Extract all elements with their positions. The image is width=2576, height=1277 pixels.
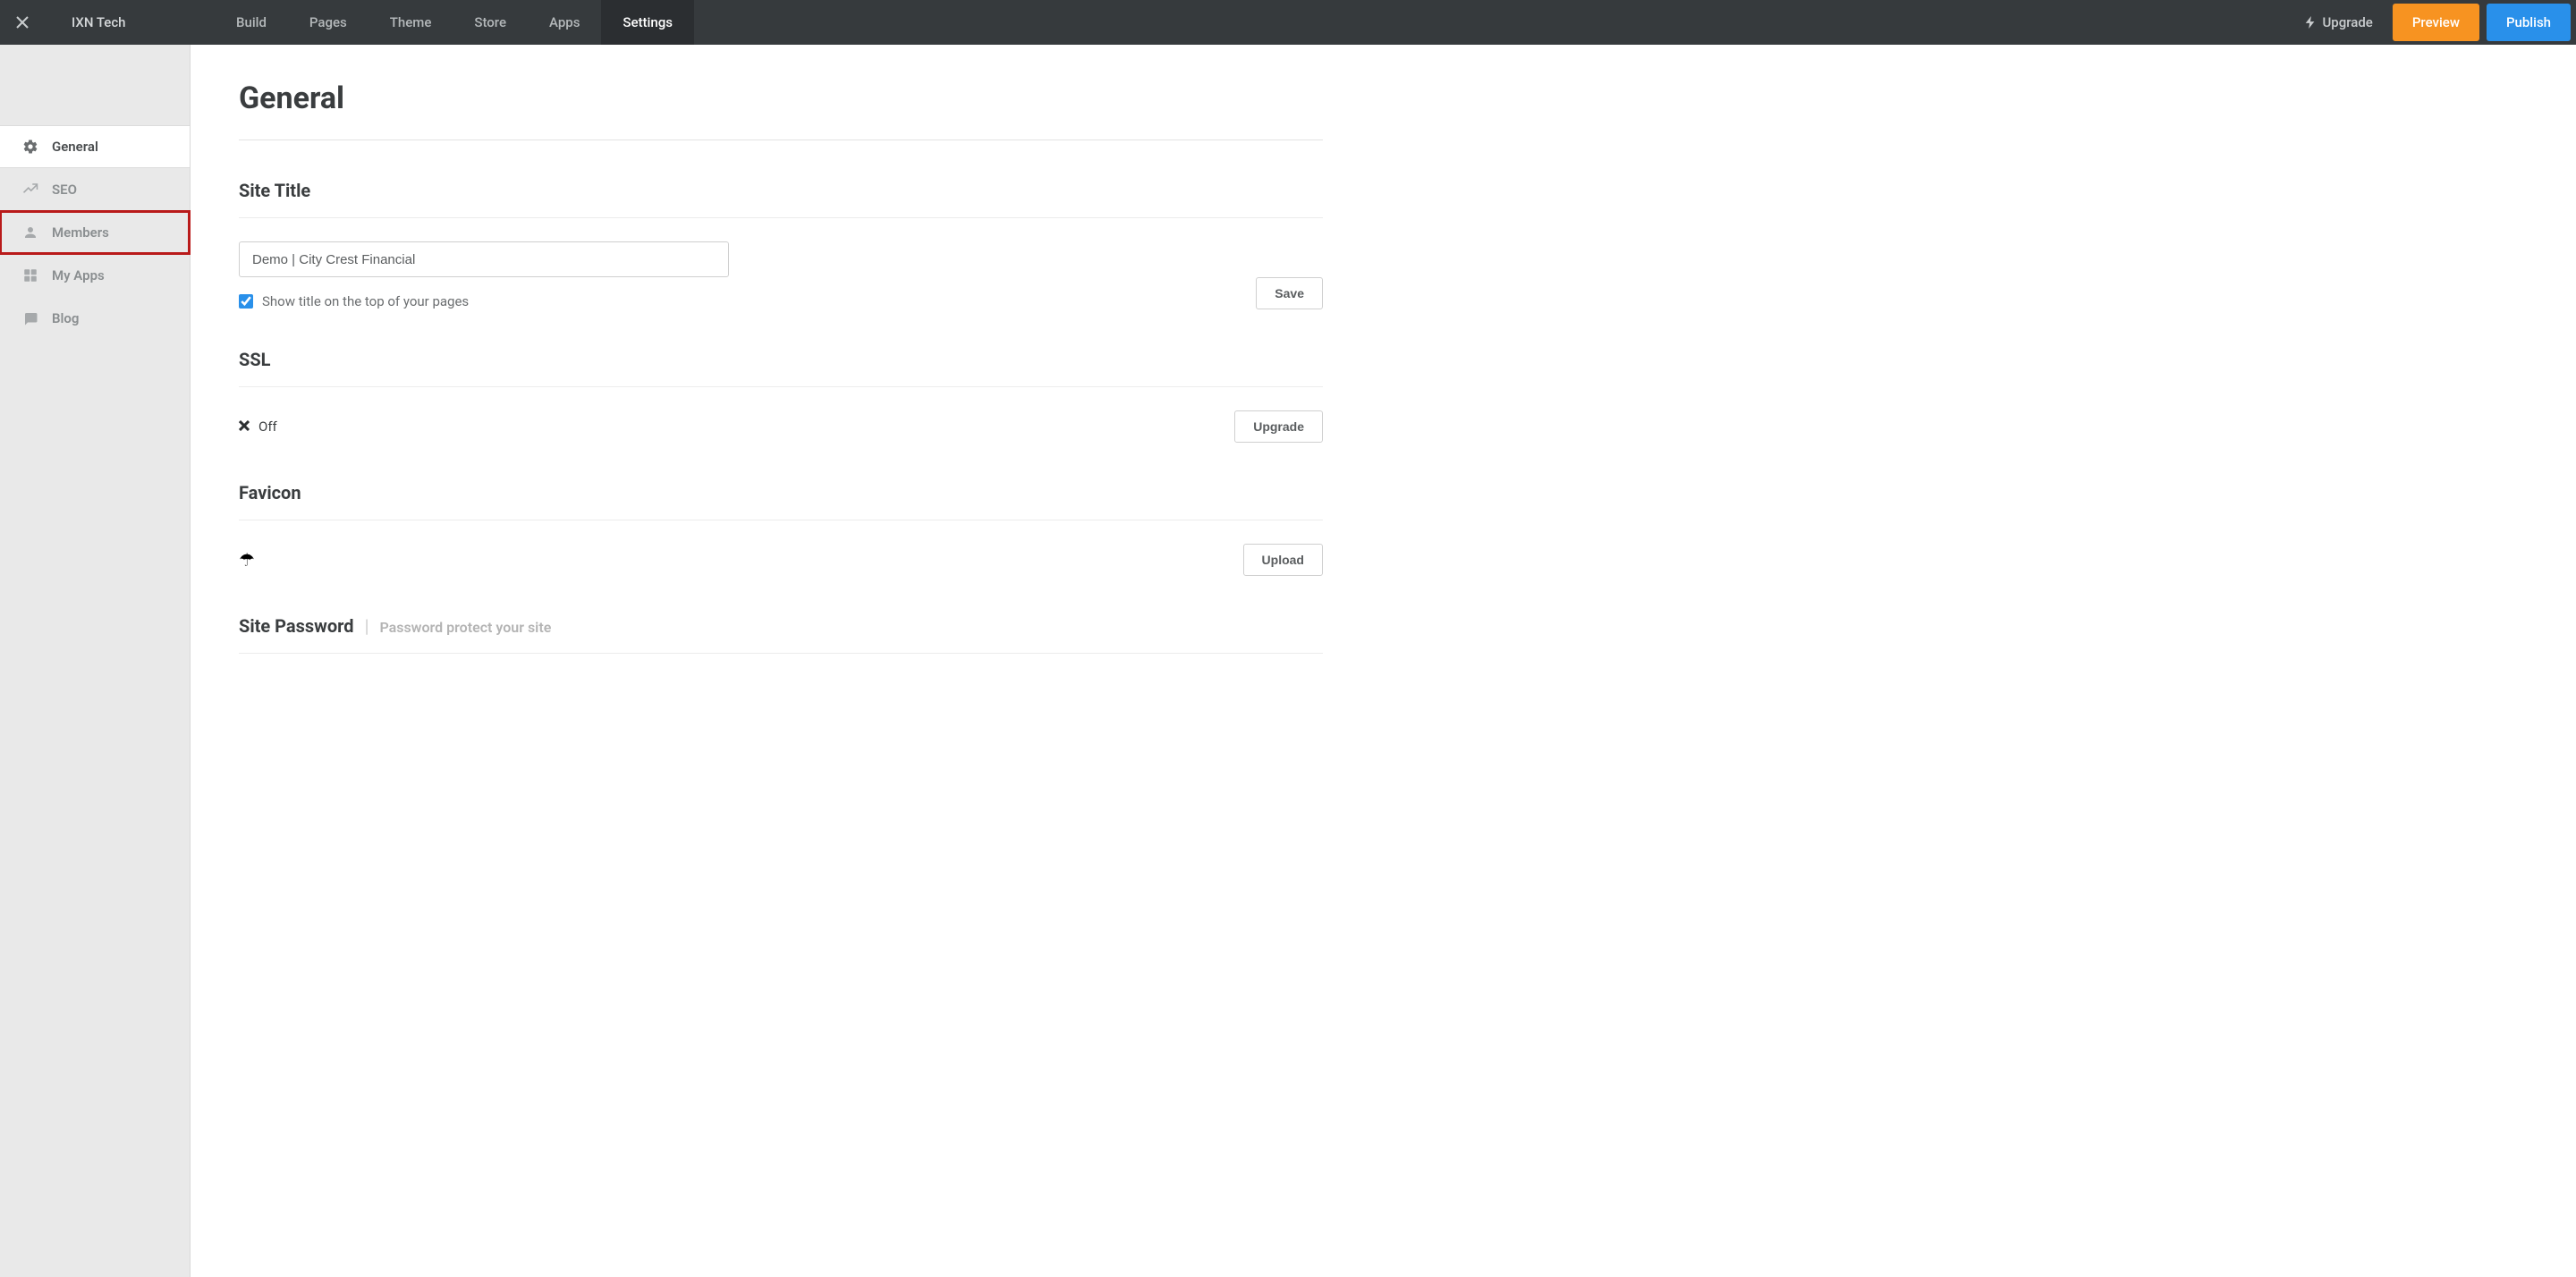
section-heading-ssl: SSL	[239, 349, 1323, 387]
tab-apps[interactable]: Apps	[528, 0, 601, 45]
main-inner: General Site Title Show title on the top…	[191, 45, 1371, 731]
close-button[interactable]	[0, 0, 45, 45]
heading-separator: |	[365, 615, 369, 637]
topbar-tabs: Build Pages Theme Store Apps Settings	[215, 0, 694, 45]
sidebar-nav: General SEO Members My Apps	[0, 125, 190, 340]
topbar: IXN Tech Build Pages Theme Store Apps Se…	[0, 0, 2576, 45]
tab-pages[interactable]: Pages	[288, 0, 369, 45]
ssl-status-label: Off	[258, 419, 277, 435]
section-heading-site-password: Site Password | Password protect your si…	[239, 615, 1323, 654]
section-heading-favicon: Favicon	[239, 482, 1323, 520]
section-heading-label: Favicon	[239, 482, 301, 503]
section-heading-label: Site Password	[239, 615, 354, 637]
favicon-row: ☂ Upload	[239, 544, 1323, 576]
tab-theme[interactable]: Theme	[369, 0, 453, 45]
page-title: General	[239, 80, 1323, 116]
show-title-checkbox[interactable]	[239, 294, 253, 309]
section-site-password: Site Password | Password protect your si…	[239, 615, 1323, 654]
section-heading-label: Site Title	[239, 180, 310, 201]
lightning-icon	[2304, 16, 2317, 29]
site-name: IXN Tech	[45, 14, 215, 30]
tab-settings[interactable]: Settings	[601, 0, 694, 45]
section-heading-site-title: Site Title	[239, 180, 1323, 218]
section-heading-sub: Password protect your site	[379, 619, 551, 636]
sidebar-item-blog[interactable]: Blog	[0, 297, 190, 340]
person-icon	[21, 224, 39, 241]
sidebar-item-my-apps[interactable]: My Apps	[0, 254, 190, 297]
save-button[interactable]: Save	[1256, 277, 1323, 309]
show-title-checkbox-label: Show title on the top of your pages	[262, 293, 469, 309]
preview-button[interactable]: Preview	[2393, 4, 2479, 41]
gear-icon	[21, 139, 39, 155]
sidebar-item-general[interactable]: General	[0, 125, 190, 168]
sidebar-item-label: Members	[52, 224, 109, 241]
umbrella-icon: ☂	[239, 549, 255, 571]
apps-icon	[21, 267, 39, 283]
x-icon	[239, 419, 250, 435]
ssl-row: Off Upgrade	[239, 410, 1323, 443]
trend-icon	[21, 182, 39, 198]
site-title-input[interactable]	[239, 241, 729, 277]
show-title-checkbox-row[interactable]: Show title on the top of your pages	[239, 293, 469, 309]
sidebar-item-label: My Apps	[52, 267, 105, 283]
publish-button[interactable]: Publish	[2487, 4, 2571, 41]
favicon-upload-button[interactable]: Upload	[1243, 544, 1323, 576]
settings-sidebar: General SEO Members My Apps	[0, 45, 191, 1277]
ssl-status: Off	[239, 419, 277, 435]
chat-icon	[21, 310, 39, 326]
close-icon	[15, 15, 30, 30]
content-area: General SEO Members My Apps	[0, 45, 2576, 1277]
section-site-title: Site Title Show title on the top of your…	[239, 180, 1323, 309]
section-favicon: Favicon ☂ Upload	[239, 482, 1323, 576]
main-panel: General Site Title Show title on the top…	[191, 45, 2576, 1277]
sidebar-item-members[interactable]: Members	[0, 211, 190, 254]
section-ssl: SSL Off Upgrade	[239, 349, 1323, 443]
favicon-preview: ☂	[239, 549, 255, 571]
sidebar-item-label: Blog	[52, 310, 79, 326]
sidebar-item-seo[interactable]: SEO	[0, 168, 190, 211]
tab-store[interactable]: Store	[453, 0, 528, 45]
tab-build[interactable]: Build	[215, 0, 288, 45]
site-title-row: Show title on the top of your pages Save	[239, 277, 1323, 309]
sidebar-item-label: SEO	[52, 182, 77, 198]
upgrade-link[interactable]: Upgrade	[2288, 14, 2388, 30]
sidebar-item-label: General	[52, 139, 98, 155]
ssl-upgrade-button[interactable]: Upgrade	[1234, 410, 1323, 443]
upgrade-label: Upgrade	[2322, 14, 2372, 30]
section-heading-label: SSL	[239, 349, 270, 370]
